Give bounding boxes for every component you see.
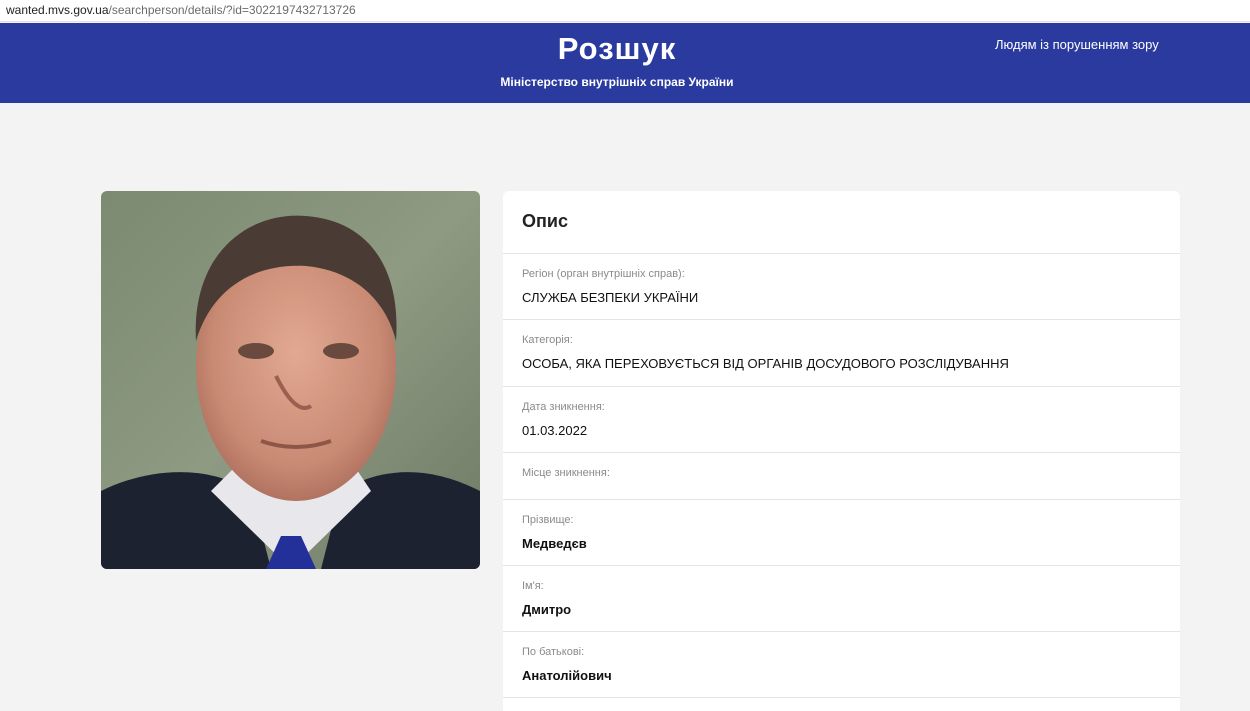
url-path: /searchperson/details/?id=30221974327137… [108,3,356,17]
address-bar[interactable]: wanted.mvs.gov.ua/searchperson/details/?… [0,0,1250,22]
field-disappearance-place: Місце зникнення: [503,453,1180,500]
field-value: СЛУЖБА БЕЗПЕКИ УКРАЇНИ [522,290,699,305]
field-label: По батькові: [522,646,585,658]
url-host: wanted.mvs.gov.ua [6,3,109,17]
field-label: Категорія: [522,334,573,346]
field-label: Прізвище: [522,514,574,526]
field-value: ОСОБА, ЯКА ПЕРЕХОВУЄТЬСЯ ВІД ОРГАНІВ ДОС… [522,356,1009,371]
field-region: Регіон (орган внутрішніх справ): СЛУЖБА … [503,254,1180,320]
field-label: Регіон (орган внутрішніх справ): [522,268,685,280]
field-label: Ім'я: [522,580,544,592]
field-value: Дмитро [522,602,572,617]
field-first-name: Ім'я: Дмитро [503,566,1180,632]
site-header: Розшук Міністерство внутрішніх справ Укр… [0,23,1250,103]
site-subtitle: Міністерство внутрішніх справ України [500,75,734,89]
field-patronymic: По батькові: Анатолійович [503,632,1180,698]
description-card: Опис Регіон (орган внутрішніх справ): СЛ… [503,191,1180,711]
field-category: Категорія: ОСОБА, ЯКА ПЕРЕХОВУЄТЬСЯ ВІД … [503,320,1180,387]
accessibility-link[interactable]: Людям із порушенням зору [995,37,1159,52]
field-label: Дата зникнення: [522,401,605,413]
field-value: Медведєв [522,536,587,551]
field-disappearance-date: Дата зникнення: 01.03.2022 [503,387,1180,453]
field-value: 01.03.2022 [522,423,588,438]
person-photo [101,191,480,569]
field-value: Анатолійович [522,668,612,683]
card-title: Опис [503,191,1180,254]
field-label: Місце зникнення: [522,467,610,479]
field-surname: Прізвище: Медведєв [503,500,1180,566]
